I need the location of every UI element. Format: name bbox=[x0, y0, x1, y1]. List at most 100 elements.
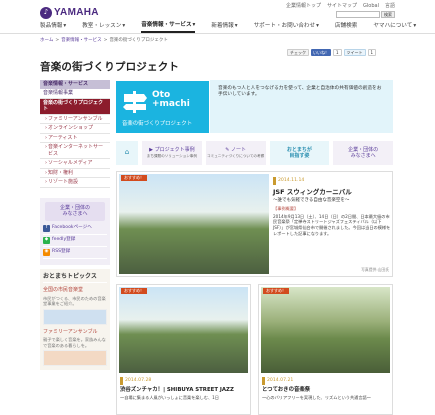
recommend-badge: おすすめ！ bbox=[121, 175, 147, 181]
feature-article[interactable]: おすすめ！ 2014.11.14 JSF スウィングカーニバル ～誰でも気軽でき… bbox=[116, 171, 393, 277]
mixi-check-button[interactable]: チェック bbox=[287, 49, 309, 56]
tab-label-text: ノート bbox=[231, 146, 247, 153]
arrow-right-icon: › bbox=[45, 179, 47, 185]
sidebar-item[interactable]: › ソーシャルメディア bbox=[40, 159, 110, 169]
yamaha-logo[interactable]: ♪ YAMAHA bbox=[40, 6, 99, 19]
search-button[interactable]: 検索 bbox=[381, 11, 395, 18]
tab-sublabel: まち課題のソリューション事例 bbox=[146, 154, 197, 159]
utility-links: 企業情報トップ サイトマップ Global 言語 bbox=[286, 3, 395, 10]
arrow-right-icon: › bbox=[45, 169, 47, 176]
recommend-badge: おすすめ！ bbox=[121, 288, 147, 294]
breadcrumb-music-services[interactable]: 音楽情報・サービス bbox=[61, 38, 102, 44]
article-category: 【事例概要】 bbox=[273, 206, 299, 212]
util-link-language[interactable]: 言語 bbox=[385, 3, 395, 10]
date-marker bbox=[273, 177, 276, 185]
article-card[interactable]: おすすめ！ 2014.07.28 渋谷ズンチャカ！| SHIBUYA STREE… bbox=[116, 284, 251, 415]
util-link-global[interactable]: Global bbox=[363, 3, 379, 10]
article-body: 2014年9月13日（土）、14日（日）の2日間、日本最大級の市民音楽祭「定禅寺… bbox=[273, 213, 391, 236]
feature-photo[interactable] bbox=[119, 174, 269, 274]
topic-thumbnail[interactable] bbox=[43, 308, 107, 325]
topic-title[interactable]: ファミリーアンサンブル bbox=[43, 329, 107, 336]
util-link-sitemap[interactable]: サイトマップ bbox=[327, 3, 357, 10]
topics-header: おとまちトピックス bbox=[43, 271, 107, 284]
article-title[interactable]: 渋谷ズンチャカ！| SHIBUYA STREET JAZZ bbox=[120, 387, 247, 394]
utility-bar: ♪ YAMAHA 企業情報トップ サイトマップ Global 言語 検索 bbox=[0, 0, 435, 20]
feedly-link[interactable]: ◆ feedly登録 bbox=[43, 236, 107, 247]
link-label: feedly登録 bbox=[52, 237, 76, 243]
chevron-down-icon: ▾ bbox=[234, 23, 238, 30]
gnav-lessons[interactable]: 教室・レッスン ▾ bbox=[82, 21, 125, 33]
card-info: 2014.07.28 渋谷ズンチャカ！| SHIBUYA STREET JAZZ… bbox=[120, 377, 247, 400]
date-marker bbox=[262, 377, 265, 385]
tab-projects[interactable]: ▶ プロジェクト事例 まち課題のソリューション事例 bbox=[142, 141, 202, 165]
rss-link[interactable]: ◉ RSS登録 bbox=[43, 248, 107, 259]
facebook-like-button[interactable]: いいね！ bbox=[311, 49, 331, 56]
tab-sublabel: コミュニティづくりについての考察 bbox=[207, 154, 265, 159]
like-count: 1 bbox=[333, 49, 342, 56]
chevron-down-icon: ▾ bbox=[413, 23, 417, 30]
arrow-right-icon: › bbox=[45, 160, 47, 166]
signpost-icon bbox=[123, 91, 147, 113]
facebook-link[interactable]: f Facebookページへ bbox=[43, 224, 107, 235]
sidebar-item[interactable]: › 知財・権利 bbox=[40, 169, 110, 178]
gnav-news[interactable]: 新着情報 ▾ bbox=[211, 21, 237, 33]
card-photo[interactable] bbox=[261, 287, 390, 373]
tab-label: 企業・団体の みなさまへ bbox=[348, 146, 379, 160]
tab-vision[interactable]: おとまちが 目指す姿 bbox=[269, 141, 330, 165]
otomachi-banner[interactable]: Oto +machi 音楽の街づくりプロジェクト bbox=[116, 81, 209, 133]
tab-label: ▶ プロジェクト事例 bbox=[149, 147, 194, 154]
tab-label: おとまちが 目指す姿 bbox=[286, 146, 312, 160]
chevron-down-icon: ▾ bbox=[122, 23, 126, 30]
gnav-label: 教室・レッスン bbox=[82, 23, 122, 30]
sidebar-item[interactable]: 音楽情報事業 bbox=[40, 89, 110, 99]
article-date: 2014.07.28 bbox=[120, 377, 247, 385]
date-marker bbox=[120, 377, 123, 385]
recommend-badge: おすすめ！ bbox=[263, 288, 289, 294]
gnav-label: サポート・お問い合わせ bbox=[253, 23, 316, 30]
sidebar-item-label: ソーシャルメディア bbox=[48, 160, 93, 166]
yamaha-emblem-icon: ♪ bbox=[40, 6, 52, 19]
card-photo[interactable] bbox=[119, 287, 248, 373]
topic-title[interactable]: 全国の市民音楽堂 bbox=[43, 287, 107, 294]
sidebar-item-label: 音楽の街づくりプロジェクト bbox=[43, 99, 104, 113]
gnav-products[interactable]: 製品情報 ▾ bbox=[40, 21, 66, 33]
breadcrumb-separator: > bbox=[55, 38, 60, 43]
for-companies-link[interactable]: 企業・団体の みなさまへ bbox=[45, 201, 105, 221]
section-tabs: ⌂ ▶ プロジェクト事例 まち課題のソリューション事例 ✎ ノート コミュニティ… bbox=[116, 141, 393, 165]
search-input[interactable] bbox=[336, 11, 380, 18]
gnav-store-search[interactable]: 店舗検索 bbox=[335, 21, 357, 33]
article-card[interactable]: おすすめ！ 2014.07.21 とつておきの音楽祭 ～心のバリアフリーを実現し… bbox=[258, 284, 393, 415]
gnav-music-services[interactable]: 音楽情報・サービス ▾ bbox=[141, 21, 196, 33]
gnav-support[interactable]: サポート・お問い合わせ ▾ bbox=[254, 21, 319, 33]
sidebar-header[interactable]: 音楽情報・サービス bbox=[40, 80, 110, 89]
arrow-right-icon: › bbox=[45, 115, 47, 122]
gnav-about[interactable]: ヤマハについて ▾ bbox=[373, 21, 416, 33]
banner-subtitle: 音楽の街づくりプロジェクト bbox=[122, 121, 193, 127]
sidebar-item[interactable]: › アーティスト bbox=[40, 134, 110, 143]
sidebar-item[interactable]: › 音楽インターネットサービス bbox=[40, 143, 110, 159]
sidebar-item[interactable]: › ファミリーアンサンブル bbox=[40, 115, 110, 124]
date-text: 2014.07.21 bbox=[267, 378, 294, 384]
tab-for-companies[interactable]: 企業・団体の みなさまへ bbox=[333, 141, 393, 165]
tab-notes[interactable]: ✎ ノート コミュニティづくりについての考察 bbox=[205, 141, 266, 165]
sidebar-item-selected[interactable]: 音楽の街づくりプロジェクト bbox=[40, 98, 110, 115]
sidebar: 音楽情報・サービス 音楽情報事業 音楽の街づくりプロジェクト › ファミリーアンサ… bbox=[40, 80, 110, 371]
tab-home[interactable]: ⌂ bbox=[116, 141, 138, 165]
sidebar-item[interactable]: › リゾート施設 bbox=[40, 178, 110, 188]
arrow-right-icon: › bbox=[45, 134, 47, 141]
topics-box: おとまちトピックス 全国の市民音楽堂 市民がつくる、市民のための音楽堂事業をご紹… bbox=[40, 268, 110, 371]
util-link-corporate[interactable]: 企業情報トップ bbox=[286, 3, 321, 10]
global-nav: 製品情報 ▾ 教室・レッスン ▾ 音楽情報・サービス ▾ 新着情報 ▾ サポート・お問い… bbox=[40, 21, 416, 33]
tweet-button[interactable]: ツイート bbox=[343, 49, 366, 56]
sidebar-item[interactable]: › オンラインショップ bbox=[40, 124, 110, 134]
article-subtitle: ～誰でも気軽できる自由な音楽空を～ bbox=[273, 198, 350, 204]
chevron-down-icon: ▾ bbox=[192, 22, 196, 29]
topic-thumbnail[interactable] bbox=[43, 350, 107, 367]
tweet-count: 1 bbox=[367, 49, 377, 56]
article-title[interactable]: JSF スウィングカーニバル bbox=[273, 188, 391, 196]
flag-icon: ▶ bbox=[149, 146, 153, 153]
chevron-down-icon: ▾ bbox=[63, 23, 67, 30]
date-text: 2014.11.14 bbox=[278, 178, 305, 184]
article-title[interactable]: とつておきの音楽祭 bbox=[262, 387, 389, 394]
breadcrumb-home[interactable]: ホーム bbox=[40, 38, 53, 44]
